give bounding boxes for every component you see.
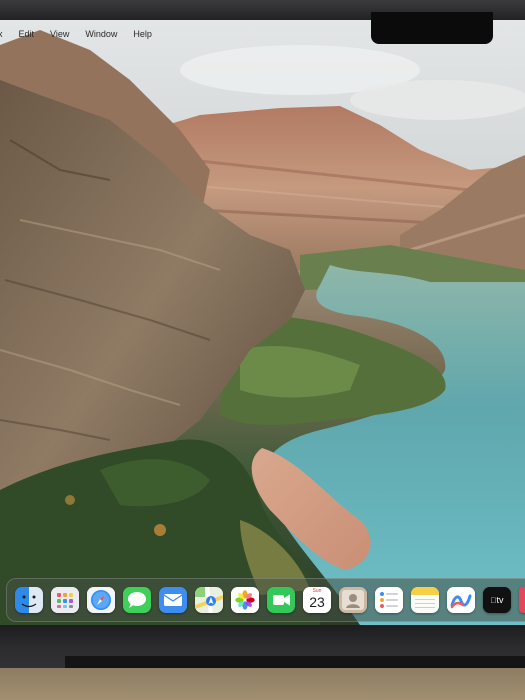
notes-icon xyxy=(411,587,439,613)
maps-icon xyxy=(195,587,223,613)
dock-app-safari[interactable] xyxy=(87,587,115,613)
table-surface xyxy=(0,668,525,700)
finder-icon xyxy=(15,587,43,613)
dock-app-notes[interactable] xyxy=(411,587,439,613)
freeform-icon xyxy=(447,587,475,613)
desktop-screen: x Edit View Window Help Sun 23 tv xyxy=(0,20,525,625)
messages-icon xyxy=(123,587,151,613)
dock-app-maps[interactable] xyxy=(195,587,223,613)
mail-icon xyxy=(159,587,187,613)
dock-app-contacts[interactable] xyxy=(339,587,367,613)
photos-icon xyxy=(231,587,259,613)
tv-icon: tv xyxy=(483,587,511,613)
dock-app-freeform[interactable] xyxy=(447,587,475,613)
dock-app-calendar[interactable]: Sun 23 xyxy=(303,587,331,613)
dock-app-partial[interactable] xyxy=(519,587,525,613)
dock-app-tv[interactable]: tv xyxy=(483,587,511,613)
dock: Sun 23 tv xyxy=(6,578,525,622)
calendar-icon: Sun 23 xyxy=(303,587,331,613)
safari-icon xyxy=(87,587,115,613)
reminders-icon xyxy=(375,587,403,613)
camera-notch xyxy=(371,12,493,44)
dock-app-launchpad[interactable] xyxy=(51,587,79,613)
tv-label: tv xyxy=(493,595,503,605)
menu-item-view[interactable]: View xyxy=(42,29,77,39)
dock-app-photos[interactable] xyxy=(231,587,259,613)
launchpad-icon xyxy=(51,587,79,613)
desktop-wallpaper xyxy=(0,20,525,625)
dock-app-mail[interactable] xyxy=(159,587,187,613)
menu-item-edit[interactable]: Edit xyxy=(11,29,43,39)
contacts-icon xyxy=(339,587,367,613)
dock-app-messages[interactable] xyxy=(123,587,151,613)
menu-item-window[interactable]: Window xyxy=(77,29,125,39)
calendar-day: 23 xyxy=(309,594,325,610)
dock-app-finder[interactable] xyxy=(15,587,43,613)
dock-app-reminders[interactable] xyxy=(375,587,403,613)
photo-frame: x Edit View Window Help Sun 23 tv xyxy=(0,0,525,700)
dock-app-facetime[interactable] xyxy=(267,587,295,613)
menu-item-help[interactable]: Help xyxy=(125,29,160,39)
menu-item-app[interactable]: x xyxy=(0,29,11,39)
facetime-icon xyxy=(267,587,295,613)
menu-bar: x Edit View Window Help xyxy=(0,26,160,42)
